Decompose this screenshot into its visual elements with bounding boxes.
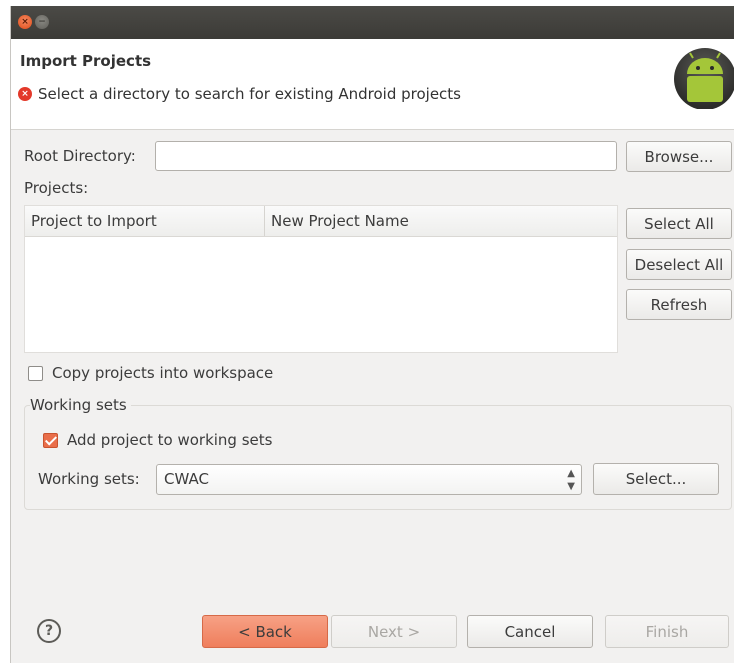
error-icon: × (18, 87, 32, 101)
working-sets-selected-value: CWAC (164, 470, 209, 488)
select-working-sets-button[interactable]: Select... (593, 463, 719, 495)
back-button[interactable]: < Back (202, 615, 328, 648)
projects-table-header: Project to Import New Project Name (25, 206, 617, 237)
add-to-working-sets-label[interactable]: Add project to working sets (67, 431, 272, 449)
deselect-all-button[interactable]: Deselect All (626, 249, 732, 280)
column-new-project-name[interactable]: New Project Name (265, 206, 617, 236)
copy-into-workspace-checkbox[interactable] (28, 366, 43, 381)
page-title: Import Projects (20, 52, 152, 70)
refresh-button[interactable]: Refresh (626, 289, 732, 320)
projects-label: Projects: (24, 179, 89, 197)
select-all-button[interactable]: Select All (626, 208, 732, 239)
add-to-working-sets-checkbox[interactable] (43, 433, 58, 448)
working-sets-group-title: Working sets (30, 396, 131, 414)
next-button[interactable]: Next > (331, 615, 457, 648)
android-logo-icon (674, 48, 734, 109)
close-window-button[interactable]: × (18, 15, 32, 29)
working-sets-select-label: Working sets: (38, 470, 140, 488)
working-sets-select[interactable]: CWAC ▲ ▼ (156, 464, 582, 495)
import-projects-window: × − Import Projects × Select a directory… (10, 6, 734, 663)
wizard-header: Import Projects × Select a directory to … (11, 39, 734, 130)
title-bar: × − (11, 6, 734, 39)
error-message-text: Select a directory to search for existin… (38, 85, 461, 103)
minimize-window-button[interactable]: − (35, 15, 49, 29)
finish-button[interactable]: Finish (605, 615, 729, 648)
spinner-arrows-icon: ▲ ▼ (567, 468, 575, 492)
root-directory-label: Root Directory: (24, 147, 136, 165)
projects-table[interactable]: Project to Import New Project Name (24, 205, 618, 353)
root-directory-input[interactable] (155, 141, 617, 171)
column-project-to-import[interactable]: Project to Import (25, 206, 265, 236)
cancel-button[interactable]: Cancel (467, 615, 593, 648)
copy-into-workspace-label[interactable]: Copy projects into workspace (52, 364, 273, 382)
browse-button[interactable]: Browse... (626, 141, 732, 172)
error-message: × Select a directory to search for exist… (18, 85, 461, 103)
help-icon[interactable]: ? (37, 619, 61, 643)
